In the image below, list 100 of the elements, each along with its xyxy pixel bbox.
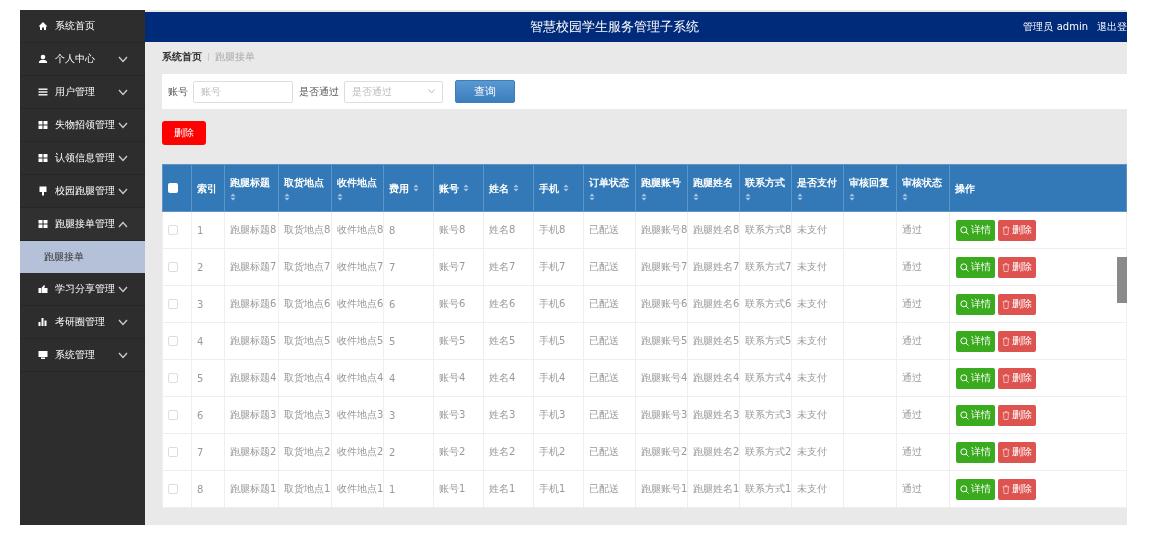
column-header[interactable]: 费用 (389, 181, 409, 195)
sort-icon[interactable] (902, 192, 908, 201)
row-delete-button[interactable]: 删除 (998, 293, 1036, 315)
sort-icon[interactable] (413, 184, 419, 192)
sort-icon[interactable] (337, 192, 343, 201)
table-cell: 手机4 (539, 372, 566, 383)
row-delete-button[interactable]: 删除 (998, 404, 1036, 426)
user-label: 管理员 admin (1023, 20, 1088, 34)
details-button[interactable]: 详情 (956, 293, 995, 315)
search-button[interactable]: 查询 (455, 80, 515, 103)
table-cell: 跑腿账号7 (641, 261, 688, 272)
thumbs-up-icon (38, 284, 48, 294)
row-checkbox[interactable] (168, 299, 178, 309)
search-icon (960, 373, 969, 383)
table-cell: 未支付 (797, 483, 827, 494)
table-cell: 跑腿姓名6 (693, 298, 740, 309)
trash-icon (1002, 299, 1010, 309)
field-label: 是否通过 (299, 84, 339, 99)
column-header[interactable]: 手机 (539, 181, 559, 195)
column-header[interactable]: 姓名 (489, 181, 509, 195)
row-checkbox[interactable] (168, 262, 178, 272)
trash-icon (1002, 336, 1010, 346)
table-cell: 4 (389, 372, 396, 384)
table-cell: 取货地点8 (284, 224, 331, 235)
table-cell: 跑腿标题6 (230, 298, 277, 309)
breadcrumb-link[interactable]: 系统首页 (162, 49, 202, 64)
table-cell: 跑腿标题5 (230, 335, 277, 346)
table-cell: 账号1 (439, 483, 466, 494)
person-icon (38, 54, 48, 64)
sort-icon[interactable] (589, 192, 595, 201)
table-cell: 跑腿姓名2 (693, 446, 740, 457)
details-button[interactable]: 详情 (956, 330, 995, 352)
table-cell: 收件地点7 (337, 261, 384, 272)
table-cell: 姓名4 (489, 372, 516, 383)
table-cell: 取货地点4 (284, 372, 331, 383)
row-delete-button[interactable]: 删除 (998, 330, 1036, 352)
table-cell: 3 (389, 409, 396, 421)
table-cell: 手机2 (539, 446, 566, 457)
table-cell: 跑腿账号4 (641, 372, 688, 383)
trash-icon (1002, 447, 1010, 457)
table-cell: 账号4 (439, 372, 466, 383)
details-button[interactable]: 详情 (956, 441, 995, 463)
details-button[interactable]: 详情 (956, 219, 995, 241)
table-cell: 姓名8 (489, 224, 516, 235)
row-delete-button[interactable]: 删除 (998, 441, 1036, 463)
row-delete-button[interactable]: 删除 (998, 478, 1036, 500)
row-checkbox[interactable] (168, 336, 178, 346)
table-cell: 跑腿姓名1 (693, 483, 740, 494)
sidebar-subitem[interactable]: 跑腿接单 (20, 241, 145, 273)
details-button[interactable]: 详情 (956, 256, 995, 278)
trash-icon (1002, 225, 1010, 235)
sort-icon[interactable] (797, 192, 803, 201)
sort-icon[interactable] (745, 192, 751, 201)
row-checkbox[interactable] (168, 225, 178, 235)
details-button[interactable]: 详情 (956, 478, 995, 500)
table-cell: 跑腿标题7 (230, 261, 277, 272)
table-cell: 跑腿账号6 (641, 298, 688, 309)
row-delete-button[interactable]: 删除 (998, 219, 1036, 241)
delete-button[interactable]: 删除 (162, 121, 206, 145)
sort-icon[interactable] (693, 192, 699, 201)
table-cell: 7 (197, 446, 204, 458)
sort-icon[interactable] (563, 184, 569, 192)
table-cell: 跑腿姓名8 (693, 224, 740, 235)
row-checkbox[interactable] (168, 410, 178, 420)
table-cell: 已配送 (589, 446, 619, 457)
row-delete-button[interactable]: 删除 (998, 367, 1036, 389)
select-all-checkbox[interactable] (168, 183, 178, 193)
table-cell: 收件地点6 (337, 298, 384, 309)
row-checkbox[interactable] (168, 484, 178, 494)
table-cell: 跑腿账号5 (641, 335, 688, 346)
table-cell: 联系方式7 (745, 261, 792, 272)
table-cell: 跑腿账号1 (641, 483, 688, 494)
sort-icon[interactable] (230, 192, 236, 201)
sort-icon[interactable] (849, 192, 855, 201)
table-cell: 手机6 (539, 298, 566, 309)
sort-icon[interactable] (284, 192, 290, 201)
details-button[interactable]: 详情 (956, 404, 995, 426)
table-cell: 已配送 (589, 224, 619, 235)
row-delete-button[interactable]: 删除 (998, 256, 1036, 278)
row-checkbox[interactable] (168, 373, 178, 383)
column-header[interactable]: 账号 (439, 181, 459, 195)
logout-link[interactable]: 退出登 (1097, 20, 1127, 34)
table-cell: 4 (197, 335, 204, 347)
search-icon (960, 336, 969, 346)
table-cell: 已配送 (589, 335, 619, 346)
grid-icon (38, 219, 48, 229)
sort-icon[interactable] (513, 184, 519, 192)
details-button[interactable]: 详情 (956, 367, 995, 389)
table-cell: 跑腿账号3 (641, 409, 688, 420)
sort-icon[interactable] (463, 184, 469, 192)
scrollbar-thumb[interactable] (1117, 257, 1127, 303)
table-cell: 手机8 (539, 224, 566, 235)
bar-chart-icon (38, 317, 48, 327)
table-cell: 手机3 (539, 409, 566, 420)
row-checkbox[interactable] (168, 447, 178, 457)
table-cell: 跑腿标题4 (230, 372, 277, 383)
table-cell: 联系方式6 (745, 298, 792, 309)
sort-icon[interactable] (641, 192, 647, 201)
table-cell: 已配送 (589, 261, 619, 272)
table-cell: 手机1 (539, 483, 566, 494)
